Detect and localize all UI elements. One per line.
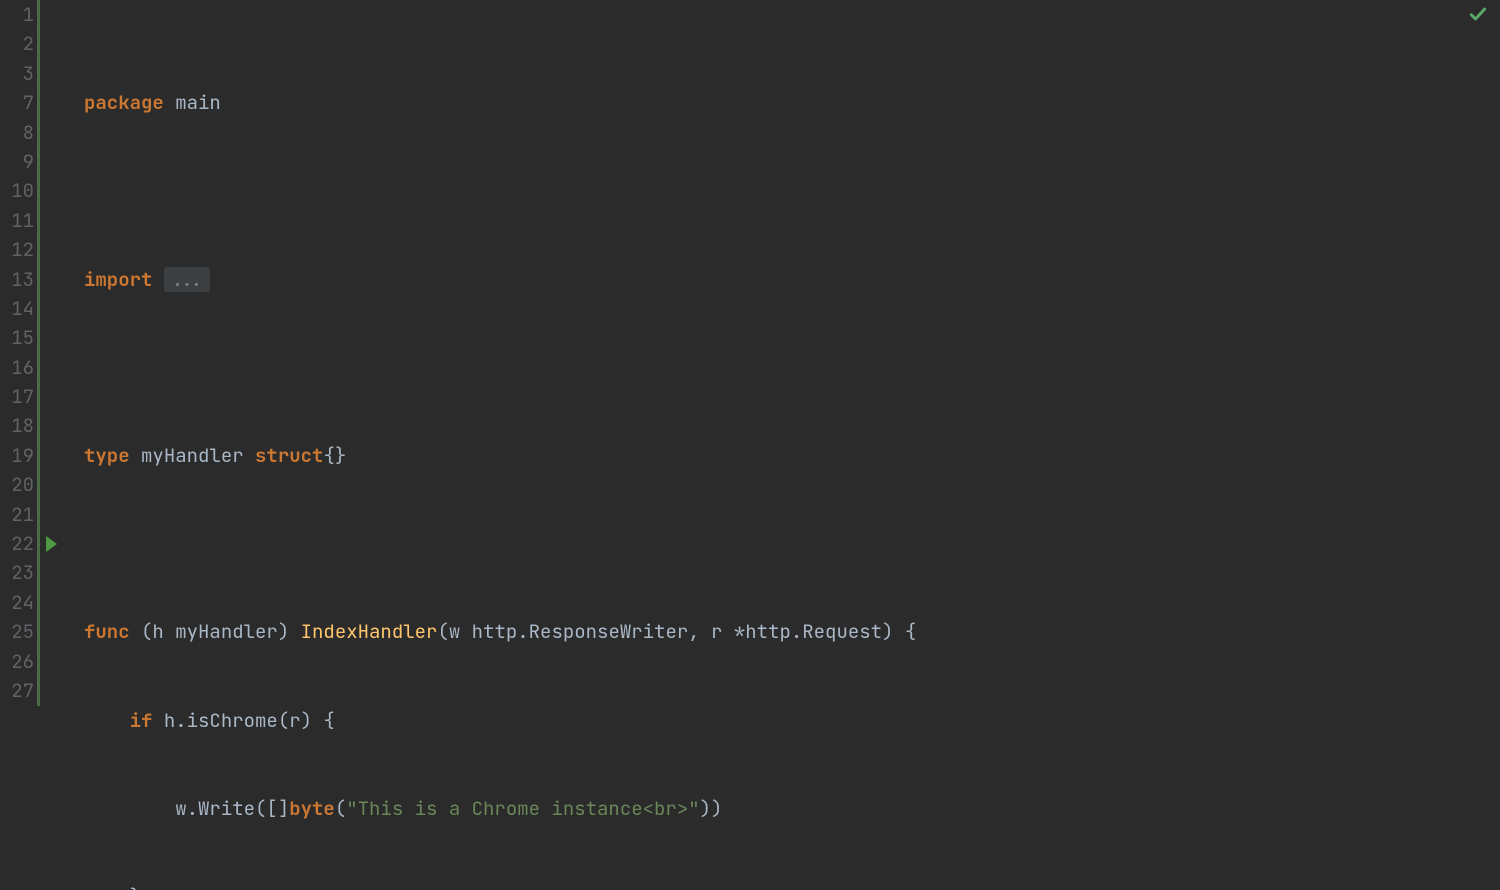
import-fold[interactable]: ... [164,267,210,292]
line-number-gutter: 1 2 3 7 8 9 10 11 12 13 14 15 16 17 18 1… [0,0,40,890]
expr: w.Write([] [175,796,289,821]
line-number: 26 [0,647,40,676]
line-number: 10 [0,176,40,205]
line-number: 22 [0,529,40,558]
keyword-func: func [84,619,130,644]
line-number: 25 [0,617,40,646]
keyword-struct: struct [255,443,323,468]
vcs-change-bar [37,0,40,706]
string-literal: "This is a Chrome instance<br>" [346,796,699,821]
package-name: main [175,90,221,115]
func-name: IndexHandler [301,619,438,644]
line-number: 17 [0,382,40,411]
keyword-package: package [84,90,164,115]
check-icon[interactable] [1468,4,1488,24]
line-number: 16 [0,353,40,382]
line-number: 15 [0,323,40,352]
code-editor[interactable]: 1 2 3 7 8 9 10 11 12 13 14 15 16 17 18 1… [0,0,1500,890]
line-number: 24 [0,588,40,617]
line-number: 23 [0,558,40,587]
line-number: 3 [0,59,40,88]
params: (w http.ResponseWriter, r *http.Request)… [437,619,916,644]
expr: h.isChrome(r) { [164,708,335,733]
code-area[interactable]: package main import ... type myHandler s… [70,0,1500,890]
run-gutter-icon[interactable] [46,536,57,552]
line-number: 2 [0,29,40,58]
line-number: 21 [0,500,40,529]
receiver: (h myHandler) [141,619,289,644]
line-number: 11 [0,206,40,235]
line-number: 12 [0,235,40,264]
keyword-if: if [130,708,153,733]
line-number: 9 [0,147,40,176]
close-brace: } [130,884,141,890]
type-name: myHandler [141,443,244,468]
line-number: 20 [0,470,40,499]
line-number: 27 [0,676,40,705]
line-number: 14 [0,294,40,323]
keyword-type: type [84,443,130,468]
line-number: 1 [0,0,40,29]
line-number: 13 [0,265,40,294]
gutter-marker-column [40,0,70,890]
line-number: 18 [0,411,40,440]
braces: {} [323,443,346,468]
line-number: 8 [0,118,40,147]
line-number: 19 [0,441,40,470]
line-number: 7 [0,88,40,117]
keyword-byte: byte [289,796,335,821]
keyword-import: import [84,267,152,292]
